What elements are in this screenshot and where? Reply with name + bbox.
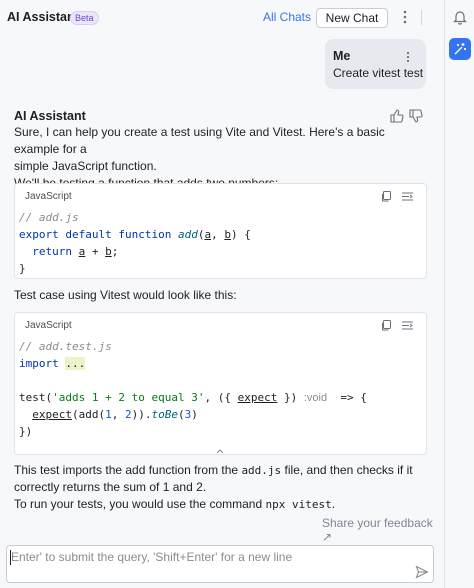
kebab-icon[interactable] — [400, 9, 410, 25]
outro-line: To run your tests, you would use the com… — [14, 497, 336, 511]
share-feedback-link[interactable]: Share your feedback ↗ — [322, 516, 444, 544]
code-line: }) — [19, 425, 33, 438]
insert-icon[interactable] — [401, 190, 414, 203]
copy-icon[interactable] — [380, 319, 393, 332]
assistant-intro: Sure, I can help you create a test using… — [14, 124, 429, 192]
mid-text: Test case using Vitest would look like t… — [14, 288, 237, 302]
header-divider — [421, 10, 422, 25]
code-line: test('adds 1 + 2 to equal 3', ({ expect … — [19, 391, 367, 404]
query-input[interactable]: Enter' to submit the query, 'Shift+Enter… — [6, 545, 434, 583]
panel-header: AI Assistant Beta All Chats New Chat — [0, 0, 444, 34]
outro-line: This test imports the add function from … — [14, 463, 413, 477]
user-message-author: Me — [333, 49, 351, 63]
code-line: expect(add(1, 2)).toBe(3) — [32, 408, 198, 421]
copy-icon[interactable] — [380, 190, 393, 203]
ai-assistant-panel: AI Assistant Beta All Chats New Chat Me … — [0, 0, 444, 588]
code-language-label: JavaScript — [25, 191, 72, 202]
thumbs-down-icon[interactable] — [408, 108, 424, 124]
code-line: // add.test.js — [19, 340, 112, 353]
bell-icon[interactable] — [449, 6, 471, 28]
intro-line: simple JavaScript function. — [14, 159, 157, 173]
all-chats-link[interactable]: All Chats — [263, 10, 311, 24]
code-language-label: JavaScript — [25, 320, 72, 331]
code-line: // add.js — [19, 211, 79, 224]
code-line: import ... — [19, 357, 86, 370]
intro-line: Sure, I can help you create a test using… — [14, 125, 385, 156]
inlay-hint: :void — [303, 392, 328, 404]
thumbs-up-icon[interactable] — [389, 108, 405, 124]
user-message: Me Create vitest test — [325, 39, 426, 89]
code-block-2: JavaScript // add.test.js import ... tes… — [14, 312, 427, 455]
code-line: } — [19, 262, 26, 275]
ai-sparkle-icon[interactable] — [449, 38, 471, 60]
send-icon[interactable] — [415, 565, 429, 579]
assistant-outro: This test imports the add function from … — [14, 462, 429, 513]
query-input-placeholder: Enter' to submit the query, 'Shift+Enter… — [11, 550, 293, 564]
insert-icon[interactable] — [401, 319, 414, 332]
chevron-up-icon[interactable] — [215, 442, 225, 454]
outro-line: correctly returns the sum of 1 and 2. — [14, 480, 207, 494]
code-block-1: JavaScript // add.js export default func… — [14, 183, 427, 279]
code-line: return a + b; — [32, 245, 119, 258]
assistant-author: AI Assistant — [14, 109, 86, 123]
code-line: export default function add(a, b) { — [19, 228, 251, 241]
beta-badge: Beta — [70, 11, 99, 25]
right-tool-strip — [444, 0, 474, 588]
panel-title: AI Assistant — [7, 10, 79, 24]
new-chat-button[interactable]: New Chat — [316, 8, 388, 28]
user-message-text: Create vitest test — [333, 66, 424, 80]
